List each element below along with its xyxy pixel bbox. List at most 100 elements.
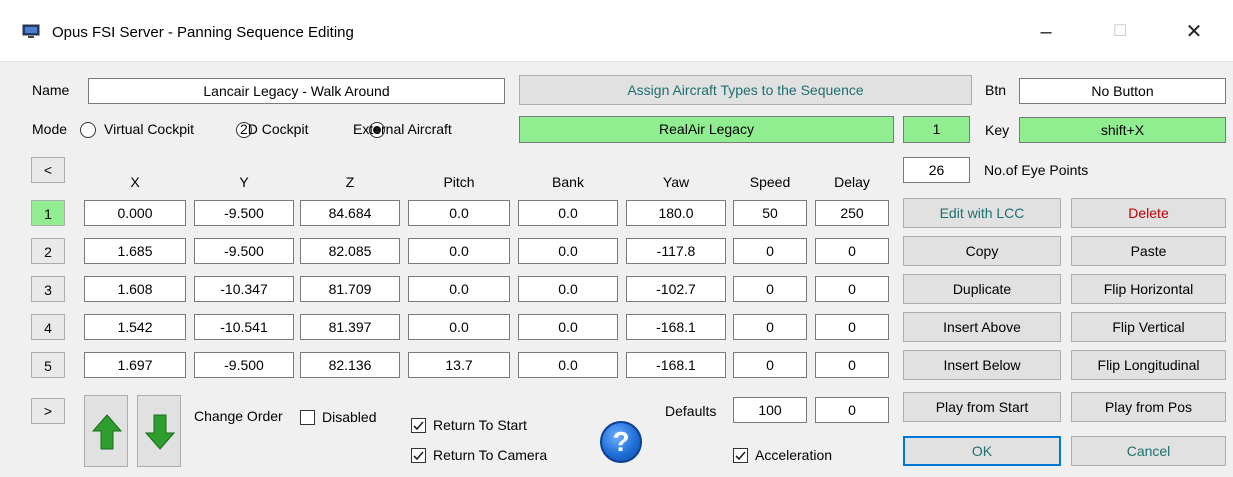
mode-radio-group: Virtual Cockpit 2D Cockpit External Airc… [80,120,480,140]
bank-field[interactable]: 0.0 [518,276,618,302]
down-arrow-icon [145,414,175,450]
edit-with-lcc-button[interactable]: Edit with LCC [903,198,1061,228]
paste-button[interactable]: Paste [1071,236,1226,266]
speed-field[interactable]: 0 [733,276,807,302]
table-row: 1 0.000 -9.500 84.684 0.0 0.0 180.0 50 2… [0,198,900,228]
play-from-start-button[interactable]: Play from Start [903,392,1061,422]
bank-field[interactable]: 0.0 [518,238,618,264]
y-field[interactable]: -9.500 [194,238,294,264]
return-to-camera-checkbox[interactable] [411,448,426,463]
bank-field[interactable]: 0.0 [518,314,618,340]
row-number[interactable]: 4 [31,314,65,340]
mode-option-label: External Aircraft [353,121,452,137]
checkmark-icon [413,421,424,431]
default-speed-field[interactable]: 100 [733,397,807,423]
assign-aircraft-types-button[interactable]: Assign Aircraft Types to the Sequence [519,75,972,105]
table-row: 5 1.697 -9.500 82.136 13.7 0.0 -168.1 0 … [0,350,900,380]
pitch-field[interactable]: 13.7 [408,352,510,378]
yaw-field[interactable]: -168.1 [626,314,726,340]
duplicate-button[interactable]: Duplicate [903,274,1061,304]
maximize-button[interactable]: ☐ [1092,10,1148,54]
move-up-button[interactable] [84,395,128,467]
z-field[interactable]: 81.397 [300,314,400,340]
delay-field[interactable]: 0 [815,314,889,340]
flip-vertical-button[interactable]: Flip Vertical [1071,312,1226,342]
ok-button[interactable]: OK [903,436,1061,466]
y-field[interactable]: -9.500 [194,200,294,226]
aircraft-index-field[interactable]: 1 [903,116,970,143]
column-header-speed: Speed [749,174,791,190]
points-table: 1 0.000 -9.500 84.684 0.0 0.0 180.0 50 2… [0,198,900,378]
y-field[interactable]: -10.541 [194,314,294,340]
pitch-field[interactable]: 0.0 [408,314,510,340]
x-field[interactable]: 1.542 [84,314,186,340]
scroll-down-button[interactable]: > [31,398,65,424]
delay-field[interactable]: 0 [815,352,889,378]
bank-field[interactable]: 0.0 [518,200,618,226]
x-field[interactable]: 0.000 [84,200,186,226]
delete-button[interactable]: Delete [1071,198,1226,228]
play-from-pos-button[interactable]: Play from Pos [1071,392,1226,422]
delay-field[interactable]: 250 [815,200,889,226]
delay-field[interactable]: 0 [815,238,889,264]
x-field[interactable]: 1.608 [84,276,186,302]
z-field[interactable]: 84.684 [300,200,400,226]
column-header-delay: Delay [834,174,870,190]
speed-field[interactable]: 0 [733,352,807,378]
x-field[interactable]: 1.685 [84,238,186,264]
speed-field[interactable]: 50 [733,200,807,226]
yaw-field[interactable]: -117.8 [626,238,726,264]
speed-field[interactable]: 0 [733,238,807,264]
key-assignment-field[interactable]: shift+X [1019,117,1226,143]
pitch-field[interactable]: 0.0 [408,276,510,302]
pitch-field[interactable]: 0.0 [408,238,510,264]
yaw-field[interactable]: 180.0 [626,200,726,226]
row-number[interactable]: 5 [31,352,65,378]
y-field[interactable]: -10.347 [194,276,294,302]
yaw-field[interactable]: -102.7 [626,276,726,302]
button-assignment-field[interactable]: No Button [1019,78,1226,104]
flip-longitudinal-button[interactable]: Flip Longitudinal [1071,350,1226,380]
mode-radio-virtual-cockpit[interactable] [80,122,96,139]
checkmark-icon [735,451,746,461]
eye-points-label: No.of Eye Points [984,162,1089,178]
name-field[interactable]: Lancair Legacy - Walk Around [88,78,505,104]
pitch-field[interactable]: 0.0 [408,200,510,226]
scroll-up-button[interactable]: < [31,157,65,183]
disabled-checkbox[interactable] [300,410,315,425]
x-field[interactable]: 1.697 [84,352,186,378]
yaw-field[interactable]: -168.1 [626,352,726,378]
row-number[interactable]: 2 [31,238,65,264]
row-number[interactable]: 1 [31,200,65,226]
z-field[interactable]: 82.085 [300,238,400,264]
copy-button[interactable]: Copy [903,236,1061,266]
speed-field[interactable]: 0 [733,314,807,340]
disabled-label: Disabled [322,409,377,425]
title-bar: Opus FSI Server - Panning Sequence Editi… [0,0,1233,62]
table-row: 3 1.608 -10.347 81.709 0.0 0.0 -102.7 0 … [0,274,900,304]
delay-field[interactable]: 0 [815,276,889,302]
return-to-start-checkbox[interactable] [411,418,426,433]
move-down-button[interactable] [137,395,181,467]
default-delay-field[interactable]: 0 [815,397,889,423]
close-button[interactable]: ✕ [1166,10,1222,54]
z-field[interactable]: 81.709 [300,276,400,302]
cancel-button[interactable]: Cancel [1071,436,1226,466]
column-header-pitch: Pitch [443,174,475,190]
minimize-button[interactable]: – [1018,10,1074,54]
table-row: 4 1.542 -10.541 81.397 0.0 0.0 -168.1 0 … [0,312,900,342]
z-field[interactable]: 82.136 [300,352,400,378]
checkmark-icon [413,451,424,461]
bank-field[interactable]: 0.0 [518,352,618,378]
y-field[interactable]: -9.500 [194,352,294,378]
aircraft-type-field[interactable]: RealAir Legacy [519,116,894,143]
column-header-bank: Bank [552,174,584,190]
insert-above-button[interactable]: Insert Above [903,312,1061,342]
insert-below-button[interactable]: Insert Below [903,350,1061,380]
row-number[interactable]: 3 [31,276,65,302]
change-order-label: Change Order [194,408,283,424]
flip-horizontal-button[interactable]: Flip Horizontal [1071,274,1226,304]
help-icon[interactable]: ? [600,421,642,463]
table-row: 2 1.685 -9.500 82.085 0.0 0.0 -117.8 0 0 [0,236,900,266]
acceleration-checkbox[interactable] [733,448,748,463]
